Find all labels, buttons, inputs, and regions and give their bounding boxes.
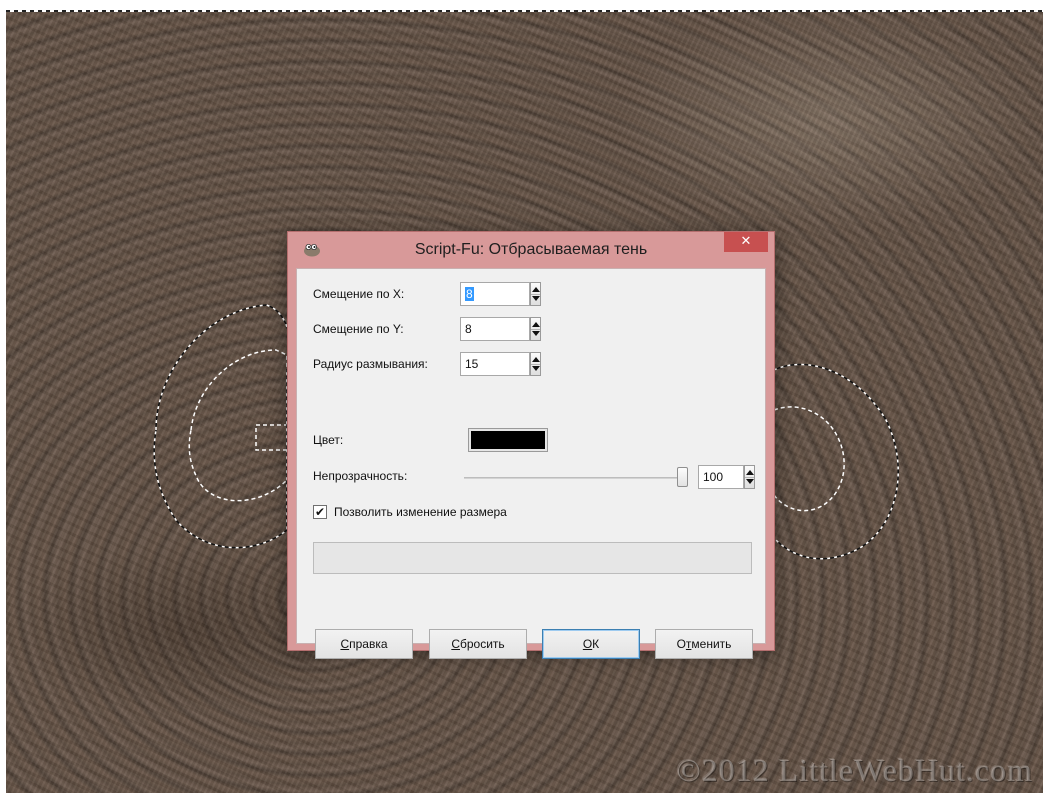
blur-radius-spin-arrows[interactable] [530, 352, 541, 376]
selection-outline-right-inner [773, 406, 845, 512]
spin-up-icon[interactable] [532, 322, 540, 327]
opacity-spinbox[interactable]: 100 [698, 465, 744, 489]
offset-x-spin-arrows[interactable] [530, 282, 541, 306]
blur-radius-value[interactable]: 15 [465, 357, 478, 371]
selection-outline-left-notch [255, 424, 288, 451]
spin-down-icon[interactable] [746, 479, 754, 484]
reset-button[interactable]: Сбросить [429, 629, 527, 659]
selection-outline-left-outer [153, 304, 291, 549]
opacity-slider-handle[interactable] [677, 467, 688, 487]
opacity-label: Непрозрачность: [313, 469, 408, 483]
dialog-content: Смещение по X: 8 Смещение по Y: 8 Радиус… [296, 268, 766, 659]
opacity-spin-arrows[interactable] [744, 465, 755, 489]
close-button[interactable]: ✕ [724, 232, 768, 252]
spin-up-icon[interactable] [532, 357, 540, 362]
title-bar[interactable]: Script-Fu: Отбрасываемая тень ✕ [288, 232, 774, 268]
gimp-wilber-icon [304, 244, 320, 257]
offset-y-value[interactable]: 8 [465, 322, 472, 336]
script-fu-dialog: Script-Fu: Отбрасываемая тень ✕ Смещение… [287, 231, 775, 659]
offset-y-label: Смещение по Y: [313, 322, 404, 336]
help-button[interactable]: Справка [315, 629, 413, 659]
offset-x-spinbox[interactable]: 8 [460, 282, 530, 306]
color-picker-button[interactable] [468, 428, 548, 452]
progress-bar [313, 542, 752, 574]
selection-outline-left-outer-shadow [153, 304, 291, 549]
allow-resize-label[interactable]: Позволить изменение размера [334, 505, 507, 519]
dialog-title: Script-Fu: Отбрасываемая тень [414, 241, 648, 258]
offset-x-value[interactable]: 8 [465, 287, 474, 301]
blur-radius-label: Радиус размывания: [313, 357, 428, 371]
blur-radius-spinbox[interactable]: 15 [460, 352, 530, 376]
spin-up-icon[interactable] [746, 470, 754, 475]
offset-y-spin-arrows[interactable] [530, 317, 541, 341]
ok-button[interactable]: ОК [542, 629, 640, 659]
spin-down-icon[interactable] [532, 296, 540, 301]
cancel-button[interactable]: Отменить [655, 629, 753, 659]
spin-down-icon[interactable] [532, 331, 540, 336]
allow-resize-checkbox[interactable]: ✔ [313, 505, 327, 519]
canvas-selection-border [6, 10, 1043, 12]
offset-x-label: Смещение по X: [313, 287, 405, 301]
spin-up-icon[interactable] [532, 287, 540, 292]
color-swatch [471, 431, 545, 449]
offset-y-spinbox[interactable]: 8 [460, 317, 530, 341]
spin-down-icon[interactable] [532, 366, 540, 371]
opacity-value[interactable]: 100 [703, 470, 723, 484]
watermark: ©2012 LittleWebHut.com [676, 752, 1033, 788]
opacity-slider-track[interactable] [464, 477, 688, 479]
color-label: Цвет: [313, 433, 344, 447]
selection-outline-right-outer-shadow [773, 363, 899, 560]
